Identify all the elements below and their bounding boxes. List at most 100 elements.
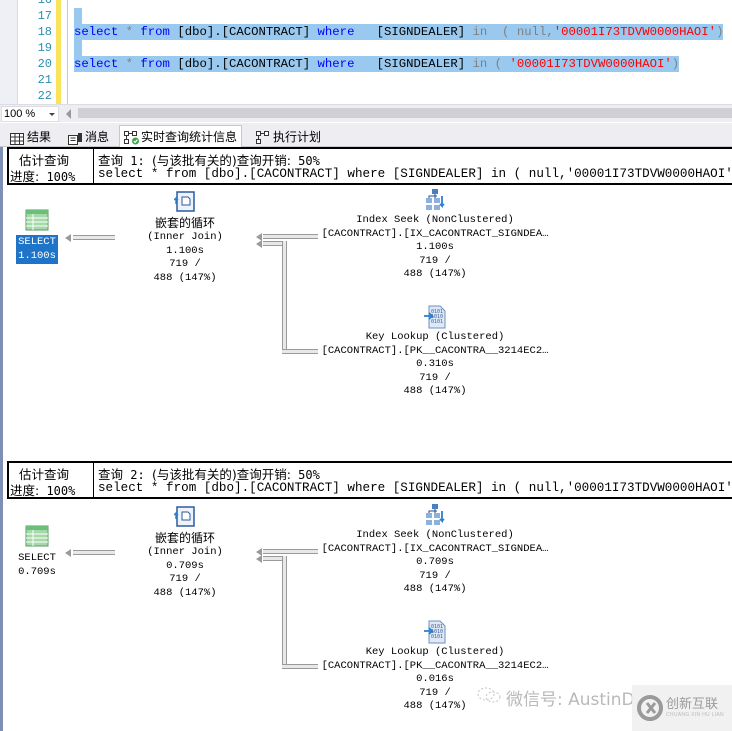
line-number: 16 [37,0,52,7]
node-title: Key Lookup (Clustered) [365,646,505,658]
nested-loops-icon [173,190,197,214]
line-numbers: 16 17 18 19 20 21 22 [18,0,54,104]
query-cost-label: (与该批有关的)查询开销: [151,467,291,482]
brand-watermark: 创新互联 CHUANG XIN HU LIAN [632,685,732,731]
node-object: [CACONTRACT].[PK__CACONTRA__3214EC2… [321,344,549,357]
tab-results[interactable]: 结果 [6,127,55,147]
editor-margin-line [67,0,68,104]
query-number: 1: [130,154,145,168]
index-seek-icon [423,503,447,527]
horizontal-scrollbar[interactable] [78,108,732,118]
tab-live-query-statistics[interactable]: 实时查询统计信息 [119,125,243,147]
wechat-id-text: 微信号: AustinD [506,690,635,710]
scroll-left-arrow-icon[interactable] [66,109,71,119]
zoom-value: 100 % [4,108,36,120]
tab-execution-plan[interactable]: 执行计划 [252,127,325,147]
key-lookup-icon: 0101 1010 0101 [423,305,447,329]
code-line[interactable]: select * from [dbo].[CACONTRACT] where [… [74,56,680,72]
node-actual-rows: 719 / [169,573,201,585]
selection-highlight [74,8,82,24]
tab-messages[interactable]: 消息 [64,127,113,147]
select-result-icon [25,525,49,549]
query-prefix: 查询 [98,467,124,482]
svg-text:0101: 0101 [431,319,443,325]
select-label: SELECT [18,236,56,248]
code-token: from [140,57,170,71]
tab-label: 执行计划 [273,130,322,144]
code-token: [SIGNDEALER] [354,25,473,39]
sql-editor[interactable]: 16 17 18 19 20 21 22 select * from [dbo]… [0,0,732,104]
query-header-2: 估计查询 进度: 100% 查询 2: (与该批有关的)查询开销: 50% se… [7,461,732,499]
brand-name: 创新互联 [666,697,719,712]
progress-cell: 估计查询 进度: 100% [9,463,94,498]
index-seek-icon [423,188,447,212]
plan-node-index-seek[interactable]: Index Seek (NonClustered) [CACONTRACT].[… [315,188,555,282]
query-sql-text: select * from [dbo].[CACONTRACT] where [… [98,481,732,495]
node-title: Key Lookup (Clustered) [365,331,505,343]
query-cost: 50% [298,154,320,168]
node-time: 0.709s [416,556,454,568]
plan-node-index-seek[interactable]: Index Seek (NonClustered) [CACONTRACT].[… [315,503,555,597]
plan-arrow [282,664,318,669]
node-title: 嵌套的循环 [154,216,215,230]
selection-highlight [74,40,82,56]
code-token: in [472,57,488,71]
code-token: ) [671,57,680,71]
editor-status-bar: 100 % [0,104,732,122]
select-node-label: SELECT 0.709s [16,551,58,580]
node-estimated-rows: 488 (147%) [403,385,467,397]
live-query-statistics-pane: 估计查询 进度: 100% 查询 1: (与该批有关的)查询开销: 50% se… [0,147,732,731]
chevron-down-icon [49,113,55,116]
plan-node-select[interactable]: SELECT 0.709s [9,525,65,580]
node-time: 1.100s [416,241,454,253]
progress-value: 100% [46,484,76,498]
query-sql-text: select * from [dbo].[CACONTRACT] where [… [98,167,732,181]
plan-node-nested-loops[interactable]: 嵌套的循环 (Inner Join) 0.709s 719 / 488 (147… [135,505,235,600]
arrow-head-icon [65,234,71,242]
query-cost: 50% [298,468,320,482]
query-info-cell: 查询 2: (与该批有关的)查询开销: 50% select * from [d… [97,463,732,497]
progress-prefix: 进度: [10,483,40,498]
query-header-1: 估计查询 进度: 100% 查询 1: (与该批有关的)查询开销: 50% se… [7,147,732,185]
wechat-icon [476,685,502,710]
message-icon [68,131,82,145]
tab-label: 消息 [85,130,110,144]
code-token: ) [716,25,724,39]
arrow-head-icon [65,549,71,557]
progress-cell: 估计查询 进度: 100% [9,149,94,184]
code-token: ( [487,57,510,71]
zoom-dropdown[interactable]: 100 % [1,106,59,122]
results-tab-bar: 结果 消息 实时查询统计信息 执行计划 [0,123,732,147]
node-actual-rows: 719 / [169,258,201,270]
plan-arrow [263,549,318,554]
code-token: '00001I73TDVW0000HAOI' [553,25,717,39]
node-estimated-rows: 488 (147%) [403,583,467,595]
tab-label: 结果 [27,130,52,144]
brand-subtitle: CHUANG XIN HU LIAN [666,712,724,718]
code-token: ( null, [487,25,554,39]
node-subtitle: (Inner Join) [147,546,223,558]
line-number: 21 [37,73,52,87]
code-token: * [118,57,141,71]
brand-logo-icon [637,695,663,721]
progress-prefix: 进度: [10,169,40,184]
plan-node-key-lookup[interactable]: 0101 1010 0101 Key Lookup (Clustered) [CAC… [315,305,555,399]
select-result-icon [25,209,49,233]
code-token: where [317,57,355,71]
plan-node-nested-loops[interactable]: 嵌套的循环 (Inner Join) 1.100s 719 / 488 (147… [135,190,235,285]
node-actual-rows: 719 / [419,569,451,582]
wechat-watermark: 微信号: AustinD [476,685,635,710]
line-number: 19 [37,41,52,55]
line-number: 20 [37,57,52,71]
key-lookup-icon: 0101 1010 0101 [423,620,447,644]
editor-gutter [0,0,18,104]
code-line[interactable]: select * from [dbo].[CACONTRACT] where [… [74,24,724,40]
node-object: [CACONTRACT].[IX_CACONTRACT_SIGNDEA… [321,542,549,555]
code-token: [SIGNDEALER] [354,57,473,71]
plan-arrow [73,235,115,240]
node-estimated-rows: 488 (147%) [403,268,467,280]
plan-node-select[interactable]: SELECT 1.100s [9,209,65,264]
code-token: '00001I73TDVW0000HAOI' [509,57,672,71]
tab-label: 实时查询统计信息 [141,129,238,144]
node-time: 1.100s [166,244,204,257]
